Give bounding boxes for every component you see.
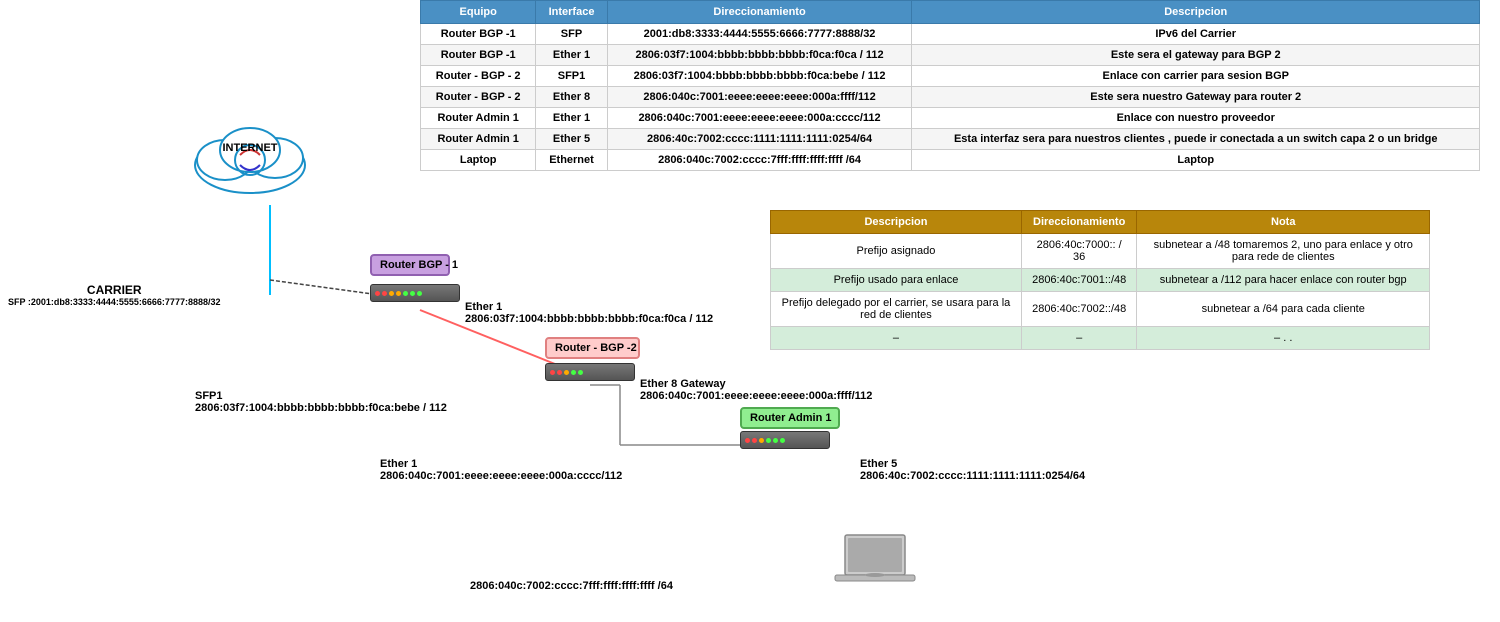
table-cell: Router BGP -1 (421, 24, 536, 45)
table-row: Router - BGP - 2Ether 82806:040c:7001:ee… (421, 87, 1480, 108)
table-row: Router BGP -1Ether 12806:03f7:1004:bbbb:… (421, 45, 1480, 66)
router-admin1-label: Router Admin 1 (740, 407, 840, 429)
table-row: Router BGP -1SFP2001:db8:3333:4444:5555:… (421, 24, 1480, 45)
table-cell: 2806:40c:7001::/48 (1021, 269, 1137, 292)
col2-nota: Nota (1137, 211, 1430, 234)
ether5-label: Ether 5 2806:40c:7002:cccc:1111:1111:111… (860, 458, 1085, 482)
table-cell: subnetear a /64 para cada cliente (1137, 292, 1430, 327)
table-cell: Router BGP -1 (421, 45, 536, 66)
table-cell: 2806:40c:7000:: / 36 (1021, 234, 1137, 269)
router-bgp1-device: Router BGP - 1 (370, 284, 460, 302)
router-bgp2-device: Router - BGP -2 (545, 363, 635, 381)
table-cell: 2806:03f7:1004:bbbb:bbbb:bbbb:f0ca:bebe … (607, 66, 912, 87)
table-cell: 2806:40c:7002:cccc:1111:1111:1111:0254/6… (607, 129, 912, 150)
table-cell: Router - BGP - 2 (421, 87, 536, 108)
table-row: Router Admin 1Ether 52806:40c:7002:cccc:… (421, 129, 1480, 150)
table-row: Router Admin 1Ether 12806:040c:7001:eeee… (421, 108, 1480, 129)
laptop-icon (830, 530, 920, 605)
table-cell: Prefijo asignado (771, 234, 1022, 269)
ether1-admin1-label: Ether 1 2806:040c:7001:eeee:eeee:eeee:00… (380, 458, 622, 482)
sfp1-label: SFP1 2806:03f7:1004:bbbb:bbbb:bbbb:f0ca:… (195, 390, 447, 414)
table-cell: Este sera nuestro Gateway para router 2 (912, 87, 1480, 108)
ether8-label: Ether 8 Gateway 2806:040c:7001:eeee:eeee… (640, 378, 872, 402)
table-cell: Este sera el gateway para BGP 2 (912, 45, 1480, 66)
table-cell: subnetear a /48 tomaremos 2, uno para en… (1137, 234, 1430, 269)
table-cell: Enlace con nuestro proveedor (912, 108, 1480, 129)
table-cell: Prefijo usado para enlace (771, 269, 1022, 292)
table-row: Prefijo delegado por el carrier, se usar… (771, 292, 1430, 327)
col2-direccionamiento: Direccionamiento (1021, 211, 1137, 234)
second-table: Descripcion Direccionamiento Nota Prefij… (770, 210, 1430, 350)
table-cell: IPv6 del Carrier (912, 24, 1480, 45)
ether1-bgp1-label: Ether 1 2806:03f7:1004:bbbb:bbbb:bbbb:f0… (465, 301, 713, 325)
table-cell: 2001:db8:3333:4444:5555:6666:7777:8888/3… (607, 24, 912, 45)
table-cell: SFP (536, 24, 607, 45)
table-cell: Ether 5 (536, 129, 607, 150)
table-cell: Enlace con carrier para sesion BGP (912, 66, 1480, 87)
table-row: LaptopEthernet2806:040c:7002:cccc:7fff:f… (421, 150, 1480, 171)
router-bgp1-label: Router BGP - 1 (370, 254, 450, 276)
internet-cloud: INTERNET (185, 110, 315, 205)
laptop-addr-label: 2806:040c:7002:cccc:7fff:ffff:ffff:ffff … (470, 580, 673, 592)
table-cell: Router Admin 1 (421, 108, 536, 129)
router-bgp2-label: Router - BGP -2 (545, 337, 640, 359)
table-cell: 2806:040c:7001:eeee:eeee:eeee:000a:cccc/… (607, 108, 912, 129)
table-cell: 2806:040c:7002:cccc:7fff:ffff:ffff:ffff … (607, 150, 912, 171)
table-cell: Esta interfaz sera para nuestros cliente… (912, 129, 1480, 150)
col-equipo: Equipo (421, 1, 536, 24)
table-cell: – (1021, 327, 1137, 350)
table-cell: subnetear a /112 para hacer enlace con r… (1137, 269, 1430, 292)
table-cell: Ether 1 (536, 45, 607, 66)
table-cell: 2806:40c:7002::/48 (1021, 292, 1137, 327)
table-cell: 2806:040c:7001:eeee:eeee:eeee:000a:ffff/… (607, 87, 912, 108)
table-cell: 2806:03f7:1004:bbbb:bbbb:bbbb:f0ca:f0ca … (607, 45, 912, 66)
table-cell: SFP1 (536, 66, 607, 87)
table-cell: Router Admin 1 (421, 129, 536, 150)
table-cell: – (771, 327, 1022, 350)
router-admin1-device: Router Admin 1 (740, 431, 830, 449)
table-row: Router - BGP - 2SFP12806:03f7:1004:bbbb:… (421, 66, 1480, 87)
col2-descripcion: Descripcion (771, 211, 1022, 234)
table-cell: Router - BGP - 2 (421, 66, 536, 87)
main-table: Equipo Interface Direccionamiento Descri… (420, 0, 1480, 171)
table-cell: Prefijo delegado por el carrier, se usar… (771, 292, 1022, 327)
table-row: ––– . . (771, 327, 1430, 350)
table-cell: Laptop (421, 150, 536, 171)
table-cell: Ether 8 (536, 87, 607, 108)
table-cell: Ethernet (536, 150, 607, 171)
table-row: Prefijo usado para enlace2806:40c:7001::… (771, 269, 1430, 292)
col-interface: Interface (536, 1, 607, 24)
col-direccionamiento: Direccionamiento (607, 1, 912, 24)
internet-label: INTERNET (185, 142, 315, 154)
col-descripcion: Descripcion (912, 1, 1480, 24)
carrier-label: CARRIER SFP :2001:db8:3333:4444:5555:666… (8, 283, 220, 307)
table-cell: – . . (1137, 327, 1430, 350)
table-row: Prefijo asignado2806:40c:7000:: / 36subn… (771, 234, 1430, 269)
table-cell: Laptop (912, 150, 1480, 171)
table-cell: Ether 1 (536, 108, 607, 129)
